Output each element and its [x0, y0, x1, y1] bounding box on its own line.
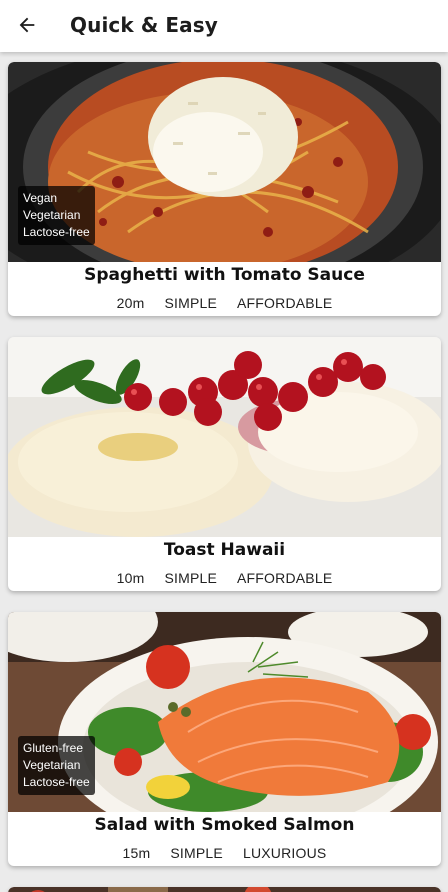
tag-label: Lactose-free	[23, 225, 90, 239]
meal-card-spaghetti[interactable]: Vegan Vegetarian Lactose-free Spaghetti …	[8, 62, 441, 316]
meal-meta: 20m SIMPLE AFFORDABLE	[8, 295, 441, 311]
meal-tags: Gluten-free Vegetarian Lactose-free	[18, 736, 95, 795]
meal-affordability: AFFORDABLE	[237, 295, 333, 311]
arrow-left-icon	[19, 17, 35, 33]
meal-duration: 15m	[122, 845, 151, 861]
meal-card-next[interactable]	[8, 887, 441, 892]
meal-title: Spaghetti with Tomato Sauce	[84, 265, 365, 285]
meal-image-toast-hawaii	[8, 337, 441, 537]
meal-duration: 20m	[116, 295, 145, 311]
tag-label: Vegetarian	[23, 758, 81, 772]
tag-label: Lactose-free	[23, 775, 90, 789]
meal-image-next	[8, 887, 441, 892]
meal-card-salmon-salad[interactable]: Gluten-free Vegetarian Lactose-free Sala…	[8, 612, 441, 866]
meal-affordability: LUXURIOUS	[242, 845, 327, 861]
meal-title: Salad with Smoked Salmon	[94, 815, 355, 835]
meal-title: Toast Hawaii	[163, 540, 286, 560]
meal-tags: Vegan Vegetarian Lactose-free	[18, 186, 95, 245]
app-bar: Quick & Easy	[0, 0, 448, 52]
meal-duration: 10m	[116, 570, 145, 586]
tag-label: Vegan	[23, 191, 58, 205]
meal-complexity: SIMPLE	[164, 570, 218, 586]
page-title: Quick & Easy	[70, 13, 218, 37]
meal-card-toast-hawaii[interactable]: Toast Hawaii 10m SIMPLE AFFORDABLE	[8, 337, 441, 591]
meal-meta: 10m SIMPLE AFFORDABLE	[8, 570, 441, 586]
tag-label: Gluten-free	[23, 741, 84, 755]
meal-meta: 15m SIMPLE LUXURIOUS	[8, 845, 441, 861]
meal-complexity: SIMPLE	[170, 845, 223, 861]
meal-list[interactable]: Vegan Vegetarian Lactose-free Spaghetti …	[0, 52, 448, 892]
tag-label: Vegetarian	[23, 208, 81, 222]
back-button[interactable]	[8, 6, 46, 44]
meal-complexity: SIMPLE	[164, 295, 218, 311]
meal-affordability: AFFORDABLE	[237, 570, 333, 586]
